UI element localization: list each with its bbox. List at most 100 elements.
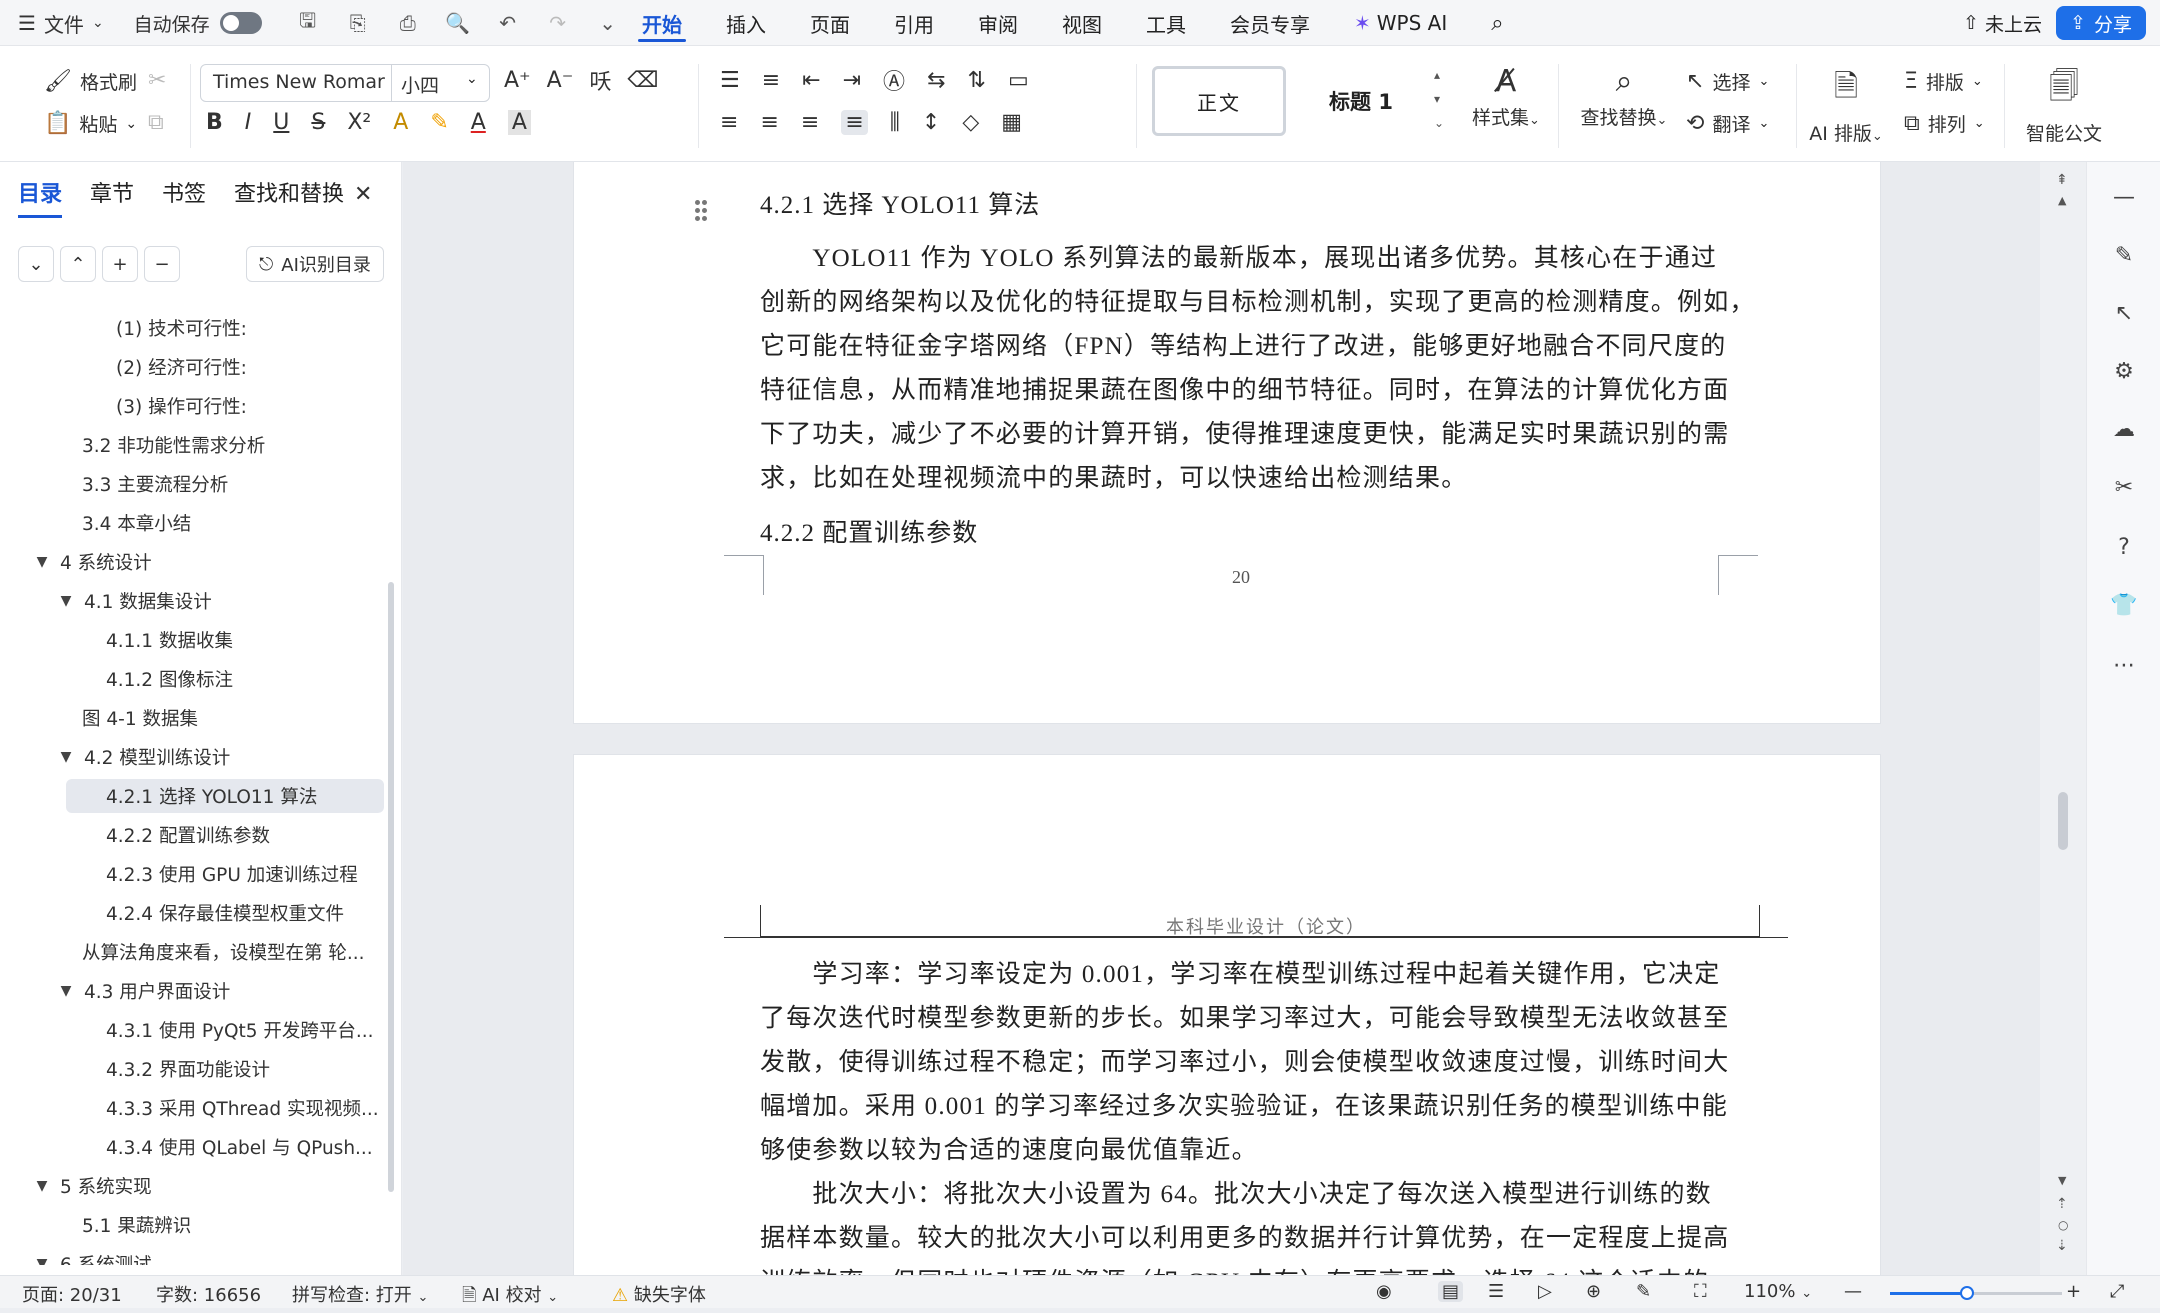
- toc-item[interactable]: ▼ 5 系统实现: [32, 1169, 152, 1203]
- toc-item[interactable]: ▼ 4.1 数据集设计: [56, 584, 212, 618]
- autosave-toggle[interactable]: [219, 12, 262, 34]
- copy-icon[interactable]: ⧉: [148, 110, 164, 135]
- scroll-down-icon[interactable]: ▼: [2058, 1174, 2066, 1187]
- tab-bookmarks[interactable]: 书签: [162, 176, 206, 208]
- tab-home[interactable]: 开始: [620, 0, 704, 46]
- format-painter-button[interactable]: 🖌 格式刷: [44, 68, 137, 95]
- missing-font-button[interactable]: ⚠ 缺失字体: [612, 1281, 706, 1307]
- scroll-up-icon[interactable]: ▴: [1434, 68, 1440, 82]
- prev-page-icon[interactable]: ⇡: [2056, 1196, 2068, 1212]
- adjust-icon[interactable]: ⚙: [2105, 352, 2143, 390]
- wps-icon[interactable]: ☁: [2105, 410, 2143, 448]
- toc-item[interactable]: 4.1.1 数据收集: [106, 623, 233, 657]
- underline-icon[interactable]: U: [273, 110, 289, 135]
- collapse-up-icon[interactable]: ⌃: [60, 246, 96, 282]
- print-icon[interactable]: ⎙: [388, 3, 428, 43]
- spell-check[interactable]: 拼写检查: 打开 ⌄: [292, 1281, 428, 1307]
- toc-item[interactable]: ▼ 4.2 模型训练设计: [56, 740, 231, 774]
- tab-member[interactable]: 会员专享: [1208, 0, 1332, 46]
- justify-icon[interactable]: ≡: [841, 110, 868, 135]
- scroll-thumb[interactable]: [2058, 792, 2068, 850]
- page-indicator[interactable]: 页面: 20/31: [22, 1281, 122, 1307]
- remove-icon[interactable]: −: [144, 246, 180, 282]
- cut-icon[interactable]: ✂: [148, 68, 166, 93]
- font-shrink-icon[interactable]: A⁻: [547, 68, 574, 93]
- pen-mode-icon[interactable]: ✎: [1636, 1281, 1651, 1302]
- toc-item[interactable]: 4.3.1 使用 PyQt5 开发跨平台...: [106, 1013, 374, 1047]
- increase-indent-icon[interactable]: ⇥: [843, 68, 861, 93]
- distribute-icon[interactable]: ⫼: [890, 110, 900, 135]
- tab-tools[interactable]: 工具: [1124, 0, 1208, 46]
- file-menu[interactable]: ☰ 文件 ⌄: [18, 9, 104, 38]
- toc-item[interactable]: 3.2 非功能性需求分析: [82, 428, 265, 462]
- italic-icon[interactable]: I: [245, 110, 252, 135]
- zoom-slider-knob[interactable]: [1960, 1286, 1974, 1300]
- toc-item[interactable]: (3) 操作可行性:: [116, 389, 247, 423]
- smart-doc-button[interactable]: 🗐 智能公文: [2016, 64, 2112, 146]
- word-count[interactable]: 字数: 16656: [156, 1281, 261, 1307]
- toc-item[interactable]: (1) 技术可行性:: [116, 311, 247, 345]
- font-grow-icon[interactable]: A⁺: [504, 68, 531, 93]
- zoom-out-icon[interactable]: —: [1844, 1281, 1862, 1302]
- ai-proof-button[interactable]: 🗎 AI 校对 ⌄: [462, 1281, 558, 1313]
- align-center-icon[interactable]: ≡: [760, 110, 778, 135]
- search-icon[interactable]: ⌕: [1469, 0, 1525, 46]
- drag-handle-icon[interactable]: [695, 200, 707, 222]
- redo-icon[interactable]: ↷: [538, 3, 578, 43]
- next-page-icon[interactable]: ⇣: [2056, 1238, 2068, 1254]
- toc-item[interactable]: 4.2.4 保存最佳模型权重文件: [106, 896, 344, 930]
- style-set-button[interactable]: A̸ 样式集⌄: [1468, 64, 1544, 130]
- toc-item[interactable]: 4.2.3 使用 GPU 加速训练过程: [106, 857, 358, 891]
- expand-icon[interactable]: ⌄: [1434, 116, 1444, 130]
- toc-item[interactable]: 4.2.2 配置训练参数: [106, 818, 270, 852]
- eye-icon[interactable]: ◉: [1376, 1281, 1392, 1302]
- toc-item[interactable]: 4.3.4 使用 QLabel 与 QPush...: [106, 1130, 373, 1164]
- toc-item[interactable]: 图 4-1 数据集: [82, 701, 198, 735]
- strikethrough-icon[interactable]: S: [311, 110, 325, 135]
- paste-button[interactable]: 📋 粘贴 ⌄: [44, 110, 137, 137]
- shading-icon[interactable]: ◇: [962, 110, 979, 135]
- more-icon[interactable]: ⋯: [2105, 646, 2143, 684]
- tab-view[interactable]: 视图: [1040, 0, 1124, 46]
- pointer-icon[interactable]: ↖: [2105, 294, 2143, 332]
- close-icon[interactable]: ✕: [354, 182, 372, 207]
- tab-find-replace[interactable]: 查找和替换: [234, 176, 344, 208]
- align-right-icon[interactable]: ≡: [801, 110, 819, 135]
- toc-item[interactable]: 4.1.2 图像标注: [106, 662, 233, 696]
- ai-recognize-toc-button[interactable]: ⎋ AI识别目录: [246, 246, 384, 282]
- toc-item-selected[interactable]: 4.2.1 选择 YOLO11 算法: [66, 779, 384, 813]
- select-browse-icon[interactable]: ○: [2058, 1218, 2068, 1232]
- export-icon[interactable]: ⎘: [338, 3, 378, 43]
- toc-item[interactable]: ▼ 4 系统设计: [32, 545, 152, 579]
- tab-toc[interactable]: 目录: [18, 176, 63, 218]
- toc-item[interactable]: 4.3.2 界面功能设计: [106, 1052, 270, 1086]
- char-shading-icon[interactable]: A: [507, 110, 531, 135]
- zoom-in-icon[interactable]: +: [2066, 1281, 2081, 1302]
- font-size-select[interactable]: 小四: [401, 71, 439, 98]
- table-tools-icon[interactable]: ▭: [1008, 68, 1029, 93]
- tools-icon[interactable]: ✂: [2105, 468, 2143, 506]
- save-icon[interactable]: 🖫: [288, 3, 328, 43]
- toc-item[interactable]: (2) 经济可行性:: [116, 350, 247, 384]
- ai-layout-button[interactable]: 🗎 AI 排版⌄: [1806, 64, 1886, 146]
- sort-icon[interactable]: ⇅: [968, 68, 986, 93]
- cloud-status[interactable]: ⇧ 未上云: [1963, 10, 2042, 37]
- zoom-level[interactable]: 110% ⌄: [1744, 1281, 1812, 1302]
- numbered-list-icon[interactable]: ≡: [762, 68, 780, 93]
- style-heading-1[interactable]: 标题 1: [1294, 66, 1428, 136]
- line-spacing-icon[interactable]: ↕: [922, 110, 940, 135]
- toc-item[interactable]: 3.4 本章小结: [82, 506, 191, 540]
- tab-reference[interactable]: 引用: [872, 0, 956, 46]
- scroll-down-icon[interactable]: ▾: [1434, 92, 1440, 106]
- toc-item[interactable]: ▼6 系统测试: [32, 1247, 152, 1265]
- select-button[interactable]: ↖ 选择 ⌄: [1686, 68, 1769, 95]
- toc-item[interactable]: 从算法角度来看，设模型在第 轮...: [82, 935, 365, 969]
- style-normal[interactable]: 正文: [1152, 66, 1286, 136]
- share-button[interactable]: ⇪ 分享: [2056, 6, 2146, 40]
- toc-item[interactable]: 4.3.3 采用 QThread 实现视频...: [106, 1091, 379, 1125]
- pen-icon[interactable]: ✎: [2105, 236, 2143, 274]
- phonetic-icon[interactable]: 㕭: [589, 64, 611, 96]
- borders-icon[interactable]: ▦: [1001, 110, 1022, 135]
- decrease-indent-icon[interactable]: ⇤: [802, 68, 820, 93]
- find-replace-button[interactable]: ⌕ 查找替换⌄: [1578, 64, 1670, 130]
